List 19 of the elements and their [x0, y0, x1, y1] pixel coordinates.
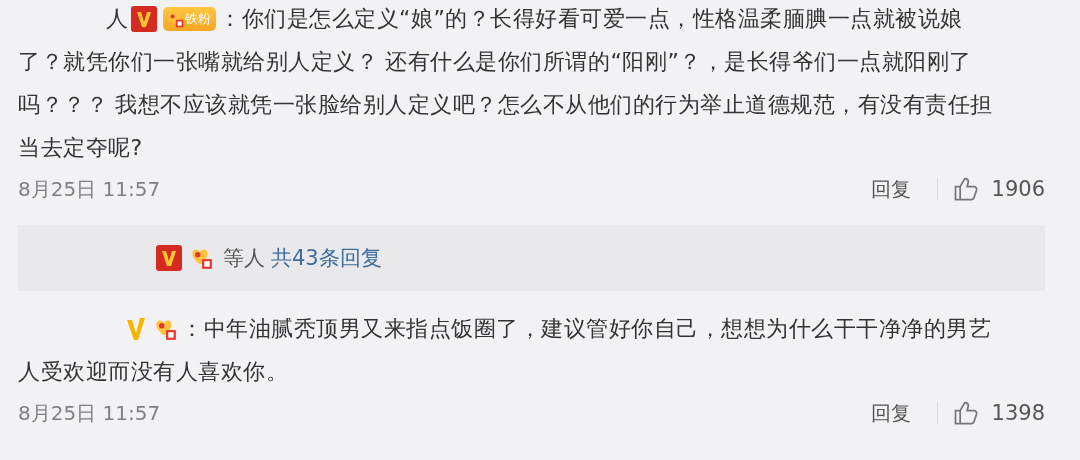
reply-link[interactable]: 回复	[870, 175, 911, 203]
comment-text: ：中年油腻秃顶男又来指点饭圈了，建议管好你自己，想想为什么干干净净的男艺	[181, 314, 991, 343]
comment-text: 当去定夺呢?	[18, 133, 143, 162]
comment-text: 吗？？？ 我想不应该就凭一张脸给别人定义吧？怎么不从他们的行为举止道德规范，有没有责任担	[18, 90, 993, 119]
comment-text: 了？就凭你们一张嘴就给别人定义？ 还有什么是你们所谓的“阳刚”？，是长得爷们一点就阳刚了	[18, 47, 972, 76]
comment-text: 人受欢迎而没有人喜欢你。	[18, 357, 288, 386]
verified-badge-icon	[131, 5, 157, 32]
summary-text: 等人	[223, 245, 265, 272]
badge-label: 铁粉	[185, 9, 211, 28]
comment-date: 8月25日 11:57	[18, 399, 162, 427]
like-count: 1398	[991, 401, 1045, 425]
verified-badge-icon	[126, 315, 146, 342]
username[interactable]: 人	[106, 3, 128, 34]
verified-badge-icon	[156, 245, 182, 271]
like-count: 1906	[991, 177, 1045, 201]
reply-link[interactable]: 回复	[870, 399, 911, 427]
comment-text: ：你们是怎么定义“娘”的？长得好看可爱一点，性格温柔腼腆一点就被说娘	[219, 4, 963, 33]
comment-date: 8月25日 11:57	[18, 175, 162, 203]
replies-link[interactable]: 共43条回复	[271, 244, 382, 272]
